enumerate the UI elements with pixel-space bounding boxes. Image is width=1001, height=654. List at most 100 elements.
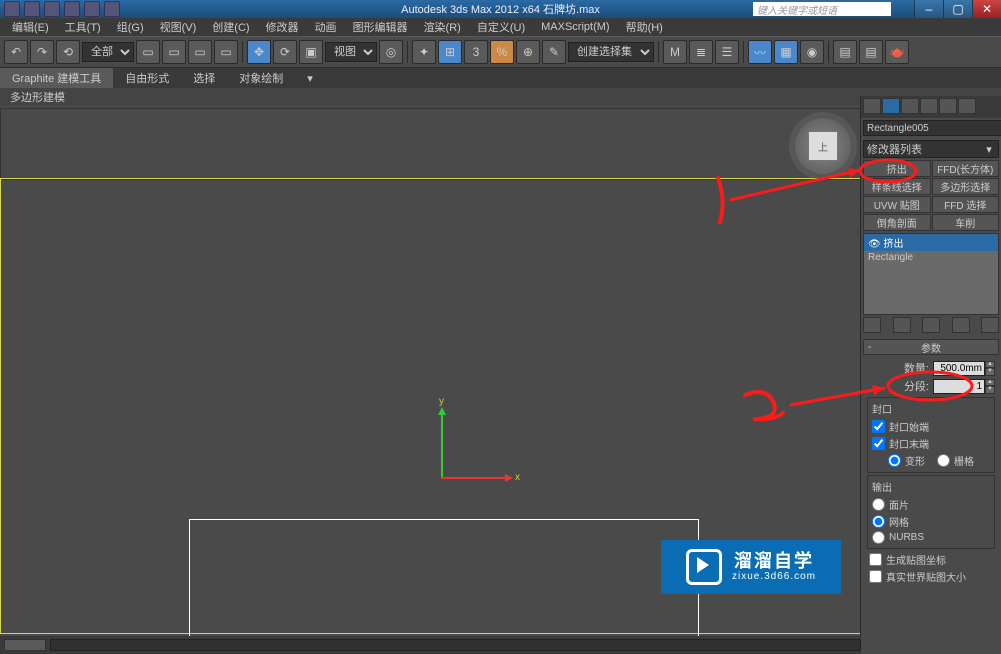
remove-modifier-icon[interactable] — [952, 317, 970, 333]
pivot-icon[interactable]: ◎ — [379, 40, 403, 64]
segments-spinner[interactable]: ▲▼ — [933, 379, 995, 394]
scale-icon[interactable]: ▣ — [299, 40, 323, 64]
modifier-stack[interactable]: 👁 挤出 Rectangle — [863, 233, 999, 315]
qat-undo-icon[interactable] — [84, 1, 100, 17]
qat-open-icon[interactable] — [44, 1, 60, 17]
ribbon-tab-graphite[interactable]: Graphite 建模工具 — [0, 68, 113, 88]
real-world-checkbox[interactable] — [869, 570, 882, 583]
menu-group[interactable]: 组(G) — [109, 19, 152, 35]
qat-save-icon[interactable] — [64, 1, 80, 17]
help-search-input[interactable]: 键入关键字或短语 — [753, 2, 891, 16]
configure-sets-icon[interactable] — [981, 317, 999, 333]
menu-edit[interactable]: 编辑(E) — [4, 19, 57, 35]
window-crossing-icon[interactable]: ▭ — [214, 40, 238, 64]
stack-row-rectangle[interactable]: Rectangle — [864, 251, 998, 264]
maximize-button[interactable]: ▢ — [943, 0, 972, 18]
render-setup-icon[interactable]: ▤ — [833, 40, 857, 64]
align-icon[interactable]: ≣ — [689, 40, 713, 64]
menu-render[interactable]: 渲染(R) — [416, 19, 469, 35]
amount-spinner[interactable]: ▲▼ — [933, 361, 995, 376]
make-unique-icon[interactable] — [922, 317, 940, 333]
menu-animation[interactable]: 动画 — [307, 19, 345, 35]
scrollbar-thumb[interactable] — [4, 639, 46, 651]
menu-maxscript[interactable]: MAXScript(M) — [533, 21, 617, 33]
named-selection-set[interactable]: 创建选择集 — [568, 42, 654, 62]
stack-row-extrude[interactable]: 👁 挤出 — [864, 234, 998, 251]
qat-new-icon[interactable] — [24, 1, 40, 17]
angle-snap-icon[interactable]: 3 — [464, 40, 488, 64]
menu-grapheditors[interactable]: 图形编辑器 — [345, 19, 416, 35]
gizmo-x-axis[interactable] — [441, 477, 511, 479]
percent-snap-icon[interactable]: % — [490, 40, 514, 64]
selection-filter[interactable]: 全部 — [82, 42, 134, 62]
ribbon-panel-polymodel[interactable]: 多边形建模 — [0, 88, 1001, 106]
segments-spin-up-icon[interactable]: ▲ — [985, 379, 995, 387]
undo-icon[interactable]: ↶ — [4, 40, 28, 64]
amount-spin-up-icon[interactable]: ▲ — [985, 361, 995, 369]
segments-spin-down-icon[interactable]: ▼ — [985, 386, 995, 394]
ribbon-tab-freeform[interactable]: 自由形式 — [113, 68, 181, 88]
move-icon[interactable]: ✥ — [247, 40, 271, 64]
show-end-result-icon[interactable] — [893, 317, 911, 333]
material-editor-icon[interactable]: ◉ — [800, 40, 824, 64]
modbtn-splinesel[interactable]: 样条线选择 — [863, 178, 931, 195]
timeline-scrollbar[interactable] — [0, 636, 861, 654]
menu-customize[interactable]: 自定义(U) — [469, 19, 533, 35]
scrollbar-track[interactable] — [50, 639, 861, 651]
render-icon[interactable]: 🫖 — [885, 40, 909, 64]
region-rect-icon[interactable]: ▭ — [188, 40, 212, 64]
cap-morph-radio[interactable] — [888, 454, 901, 467]
menu-view[interactable]: 视图(V) — [152, 19, 205, 35]
spinner-snap-icon[interactable]: ⊕ — [516, 40, 540, 64]
qat-redo-icon[interactable] — [104, 1, 120, 17]
minimize-button[interactable]: – — [914, 0, 943, 18]
selection-lock-icon[interactable]: ✎ — [542, 40, 566, 64]
amount-input[interactable] — [933, 361, 985, 376]
schematic-view-icon[interactable]: ▦ — [774, 40, 798, 64]
output-nurbs-radio[interactable] — [872, 531, 885, 544]
modifier-list-dropdown[interactable]: 修改器列表 ▾ — [863, 140, 999, 158]
layers-icon[interactable]: ☰ — [715, 40, 739, 64]
ribbon-tab-selection[interactable]: 选择 — [181, 68, 227, 88]
menu-modifiers[interactable]: 修改器 — [258, 19, 307, 35]
ref-coord-system[interactable]: 视图 — [325, 42, 377, 62]
modbtn-extrude[interactable]: 挤出 — [863, 160, 931, 177]
select-name-icon[interactable]: ▭ — [162, 40, 186, 64]
menu-create[interactable]: 创建(C) — [204, 19, 257, 35]
mirror-icon[interactable]: М — [663, 40, 687, 64]
select-icon[interactable]: ▭ — [136, 40, 160, 64]
modify-tab-icon[interactable] — [882, 98, 900, 114]
app-icon[interactable] — [4, 1, 20, 17]
object-name-field[interactable] — [863, 120, 1001, 136]
rectangle-object[interactable] — [189, 519, 699, 639]
display-tab-icon[interactable] — [939, 98, 957, 114]
redo-icon[interactable]: ↷ — [30, 40, 54, 64]
menu-tools[interactable]: 工具(T) — [57, 19, 109, 35]
cap-grid-radio[interactable] — [937, 454, 950, 467]
pin-stack-icon[interactable] — [863, 317, 881, 333]
viewport-top-strip[interactable] — [0, 108, 861, 180]
close-button[interactable]: ✕ — [972, 0, 1001, 18]
gizmo-y-axis[interactable] — [441, 409, 443, 479]
rotate-icon[interactable]: ⟳ — [273, 40, 297, 64]
curve-editor-icon[interactable]: 〰 — [748, 40, 772, 64]
viewcube[interactable]: 上 — [795, 118, 851, 174]
amount-spin-down-icon[interactable]: ▼ — [985, 368, 995, 376]
cap-start-checkbox[interactable] — [872, 420, 885, 433]
modbtn-bevelprofile[interactable]: 倒角剖面 — [863, 214, 931, 231]
modbtn-ffdbox[interactable]: FFD(长方体) — [932, 160, 1000, 177]
snap-toggle-icon[interactable]: ⊞ — [438, 40, 462, 64]
link-icon[interactable]: ⟲ — [56, 40, 80, 64]
rendered-frame-icon[interactable]: ▤ — [859, 40, 883, 64]
output-mesh-radio[interactable] — [872, 515, 885, 528]
gen-mapping-checkbox[interactable] — [869, 553, 882, 566]
hierarchy-tab-icon[interactable] — [901, 98, 919, 114]
modbtn-lathe[interactable]: 车削 — [932, 214, 1000, 231]
create-tab-icon[interactable] — [863, 98, 881, 114]
motion-tab-icon[interactable] — [920, 98, 938, 114]
cap-end-checkbox[interactable] — [872, 437, 885, 450]
menu-help[interactable]: 帮助(H) — [618, 19, 671, 35]
segments-input[interactable] — [933, 379, 985, 394]
modbtn-polysel[interactable]: 多边形选择 — [932, 178, 1000, 195]
rollout-parameters[interactable]: -参数 — [863, 339, 999, 355]
